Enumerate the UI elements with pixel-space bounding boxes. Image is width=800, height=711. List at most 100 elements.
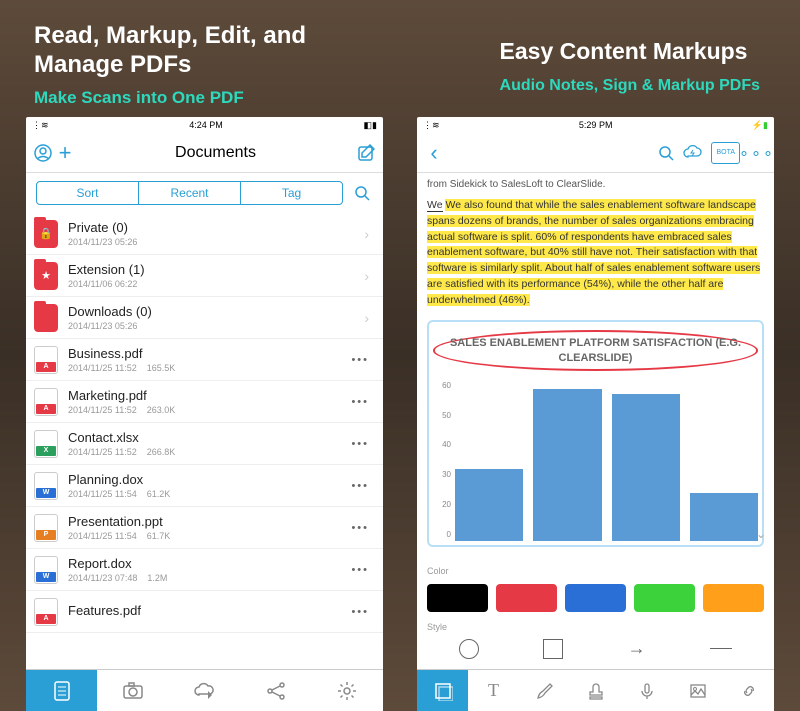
tab-settings[interactable] [312, 670, 383, 711]
more-icon[interactable]: ••• [347, 354, 373, 366]
file-icon: W [34, 556, 58, 584]
segment-recent[interactable]: Recent [139, 182, 241, 204]
chevron-right-icon[interactable]: › [360, 268, 373, 284]
more-icon[interactable]: ••• [347, 606, 373, 618]
tool-bar: T [417, 669, 774, 711]
search-icon[interactable] [351, 182, 373, 204]
list-item[interactable]: WReport.dox2014/11/23 07:481.2M••• [26, 549, 383, 591]
list-item[interactable]: A Business.pdf 2014/11/25 11:52165.5K••• [26, 339, 383, 381]
item-name: Business.pdf [68, 346, 347, 361]
cloud-sync-icon[interactable] [683, 142, 705, 164]
segment-control[interactable]: Sort Recent Tag [36, 181, 343, 205]
more-icon[interactable]: ∘∘∘ [746, 142, 768, 164]
list-item[interactable]: WPlanning.dox2014/11/25 11:5461.2K••• [26, 465, 383, 507]
color-swatch[interactable] [634, 584, 695, 612]
file-icon: A [34, 598, 58, 626]
bar-2 [533, 389, 601, 541]
list-item[interactable]: XContact.xlsx2014/11/25 11:52266.8K••• [26, 423, 383, 465]
add-button[interactable]: + [54, 142, 76, 164]
status-bar: ⋮≋ 5:29 PM ⚡▮ [417, 117, 774, 133]
style-picker: → [417, 632, 774, 669]
profile-icon[interactable] [32, 142, 54, 164]
color-section-label: Color [417, 564, 774, 576]
item-meta: 2014/11/25 11:5461.2K [68, 489, 347, 499]
item-name: Report.dox [68, 556, 347, 571]
item-meta: 2014/11/23 05:26 [68, 321, 360, 331]
tab-documents[interactable] [26, 670, 97, 711]
doc-highlighted-paragraph: We We also found that while the sales en… [427, 198, 764, 308]
list-item[interactable]: 🔒Private (0)2014/11/23 05:26› [26, 213, 383, 255]
search-icon[interactable] [655, 142, 677, 164]
file-icon: P [34, 514, 58, 542]
back-button[interactable]: ‹ [423, 142, 445, 164]
status-bar: ⋮≋ 4:24 PM ◧▮ [26, 117, 383, 133]
promo-heading-left: Read, Markup, Edit, and Manage PDFs Make… [34, 22, 306, 108]
segment-sort[interactable]: Sort [37, 182, 139, 204]
file-icon: X [34, 430, 58, 458]
item-name: Extension (1) [68, 262, 360, 277]
item-name: Private (0) [68, 220, 360, 235]
color-swatch[interactable] [565, 584, 626, 612]
item-meta: 2014/11/25 11:52165.5K [68, 363, 347, 373]
file-list[interactable]: 🔒Private (0)2014/11/23 05:26› ★ Extension … [26, 213, 383, 669]
document-view[interactable]: from Sidekick to SalesLoft to ClearSlide… [417, 173, 774, 564]
status-time: 5:29 PM [579, 120, 613, 130]
bar-4 [690, 493, 758, 541]
file-icon: A [34, 388, 58, 416]
tool-image[interactable] [672, 670, 723, 711]
compose-icon[interactable] [355, 142, 377, 164]
folder-icon [34, 304, 58, 332]
shape-square[interactable] [543, 639, 563, 659]
item-name: Marketing.pdf [68, 388, 347, 403]
chart-card: SALES ENABLEMENT PLATFORM SATISFACTION (… [427, 320, 764, 547]
tool-audio[interactable] [621, 670, 672, 711]
item-name: Contact.xlsx [68, 430, 347, 445]
chevron-right-icon[interactable]: › [360, 226, 373, 242]
more-icon[interactable]: ••• [347, 396, 373, 408]
tab-camera[interactable] [97, 670, 168, 711]
tool-highlight[interactable] [417, 670, 468, 711]
color-picker [417, 576, 774, 620]
more-icon[interactable]: ••• [347, 480, 373, 492]
more-icon[interactable]: ••• [347, 522, 373, 534]
list-item[interactable]: PPresentation.ppt2014/11/25 11:5461.7K••… [26, 507, 383, 549]
list-item[interactable]: ★ Extension (1) 2014/11/06 06:22› [26, 255, 383, 297]
tab-cloud[interactable] [169, 670, 240, 711]
right-subtitle: Audio Notes, Sign & Markup PDFs [500, 77, 760, 95]
chevron-right-icon[interactable]: › [360, 310, 373, 326]
chevron-down-icon[interactable]: ⌄ [756, 527, 766, 541]
item-meta: 2014/11/25 11:52263.0K [68, 405, 347, 415]
tool-stamp[interactable] [570, 670, 621, 711]
shape-arrow[interactable]: → [628, 638, 646, 659]
bar-1 [455, 469, 523, 541]
color-swatch[interactable] [703, 584, 764, 612]
item-meta: 2014/11/06 06:22 [68, 279, 360, 289]
wifi-icon: ⋮≋ [32, 120, 49, 131]
folder-icon: ★ [34, 262, 58, 290]
left-subtitle: Make Scans into One PDF [34, 88, 306, 108]
tab-share[interactable] [240, 670, 311, 711]
phone-markup: ⋮≋ 5:29 PM ⚡▮ ‹ BOTA ∘∘∘ from Sidekick t… [417, 117, 774, 711]
tool-link[interactable] [723, 670, 774, 711]
list-item[interactable]: AFeatures.pdf••• [26, 591, 383, 633]
tool-text[interactable]: T [468, 670, 519, 711]
battery-icon: ⚡▮ [752, 120, 768, 131]
color-swatch[interactable] [427, 584, 488, 612]
tab-bar [26, 669, 383, 711]
bota-button[interactable]: BOTA [711, 142, 740, 164]
color-swatch[interactable] [496, 584, 557, 612]
file-icon: A [34, 346, 58, 374]
list-item[interactable]: A Marketing.pdf 2014/11/25 11:52263.0K••• [26, 381, 383, 423]
tool-pen[interactable] [519, 670, 570, 711]
list-item[interactable]: Downloads (0)2014/11/23 05:26› [26, 297, 383, 339]
wifi-icon: ⋮≋ [423, 120, 440, 131]
right-title: Easy Content Markups [500, 38, 760, 65]
item-meta: 2014/11/25 11:5461.7K [68, 531, 347, 541]
nav-bar: ‹ BOTA ∘∘∘ [417, 133, 774, 173]
more-icon[interactable]: ••• [347, 438, 373, 450]
segment-tag[interactable]: Tag [241, 182, 342, 204]
more-icon[interactable]: ••• [347, 564, 373, 576]
shape-circle[interactable] [459, 639, 479, 659]
nav-title: Documents [76, 144, 355, 162]
shape-line[interactable] [710, 648, 732, 649]
